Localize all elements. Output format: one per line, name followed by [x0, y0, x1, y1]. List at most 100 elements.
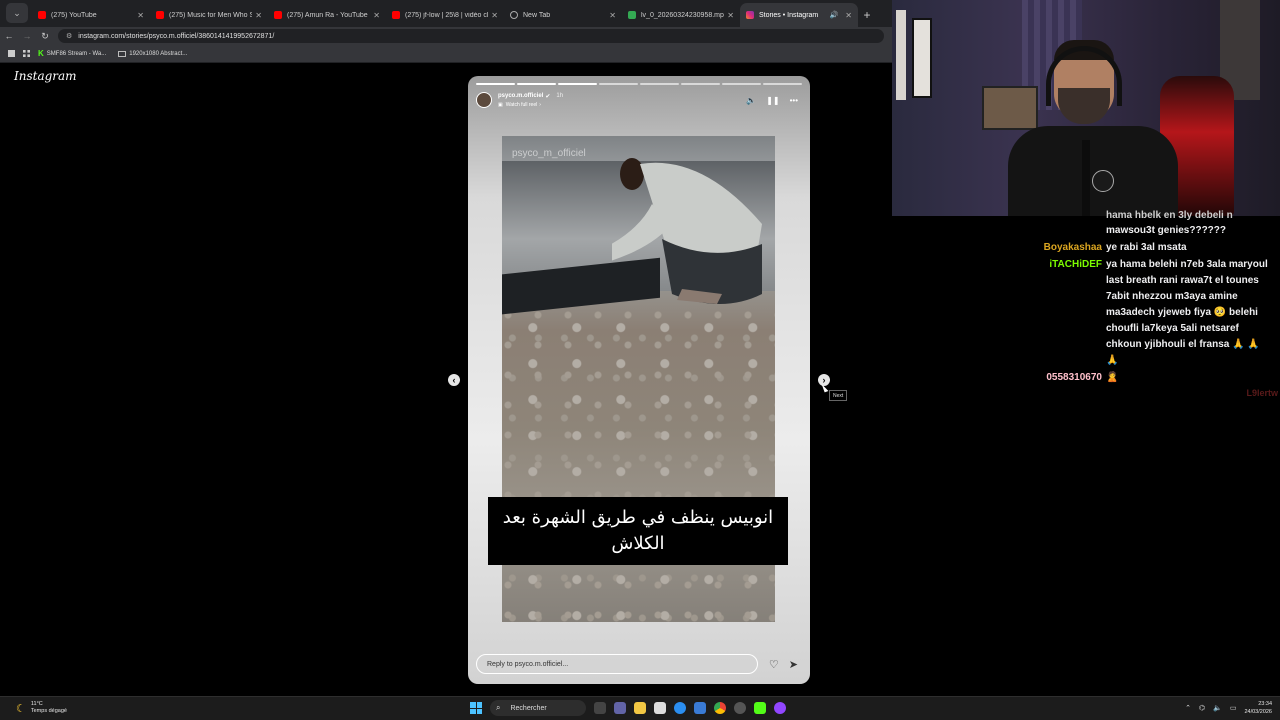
teams-icon[interactable]	[614, 702, 626, 714]
battery-icon[interactable]: ▭	[1230, 704, 1237, 712]
moon-icon: ☾	[16, 702, 26, 715]
clock-time: 23:34	[1258, 701, 1272, 707]
file-explorer-icon[interactable]	[634, 702, 646, 714]
speedometer-icon[interactable]	[734, 702, 746, 714]
previous-story-button[interactable]: ‹	[448, 374, 460, 386]
tab-label: lv_0_20260324230958.mp4 - G	[641, 11, 725, 19]
next-tooltip: Next	[829, 390, 848, 401]
network-icon[interactable]: ⌬	[1199, 704, 1205, 712]
windows-taskbar: ☾ 11°C Temps dégagé ⌕ Rechercher ⌃ ⌬ 🔈 ▭…	[0, 696, 1280, 720]
pause-icon[interactable]: ❚❚	[766, 96, 779, 105]
chat-faded-username: L9lertw	[1246, 388, 1278, 398]
tab-label: Stories • Instagram	[759, 11, 819, 19]
twitch-icon[interactable]	[774, 702, 786, 714]
forward-arrow-icon[interactable]: →	[18, 31, 36, 41]
close-icon[interactable]: ✕	[727, 11, 734, 20]
verified-badge-icon: ✔	[545, 93, 551, 100]
bookmark-label: SMF86 Stream - Wa...	[46, 50, 107, 57]
tab-youtube-4[interactable]: (275) jf-low | 25\8 | vidéo clip ✕	[386, 3, 504, 27]
search-icon: ⌕	[496, 703, 501, 712]
reel-icon: ▣	[498, 101, 503, 108]
store-icon[interactable]	[654, 702, 666, 714]
close-icon[interactable]: ✕	[609, 11, 616, 20]
instagram-icon	[746, 11, 754, 19]
youtube-icon	[38, 11, 46, 19]
shirt-logo	[1092, 170, 1114, 192]
close-icon[interactable]: ✕	[373, 11, 380, 20]
task-view-icon[interactable]	[594, 702, 606, 714]
tab-new-tab[interactable]: New Tab ✕	[504, 3, 622, 27]
address-bar-row: ← → ↻ ⚙ instagram.com/stories/psyco.m.of…	[0, 27, 892, 45]
story-header: psyco.m.officiel ✔ 1h ▣ Watch full reel …	[476, 92, 563, 108]
progress-segment	[599, 83, 638, 85]
weather-temp: 11°C	[30, 701, 43, 707]
speaker-icon[interactable]: 🔈	[1213, 704, 1222, 712]
tab-instagram-stories[interactable]: Stories • Instagram 🔊 ✕	[740, 3, 858, 27]
edge-icon[interactable]	[674, 702, 686, 714]
progress-segment	[681, 83, 720, 85]
heart-icon[interactable]: ♡	[769, 658, 779, 671]
more-options-icon[interactable]: •••	[790, 96, 798, 105]
clock[interactable]: 23:34 24/03/2026	[1244, 700, 1272, 716]
progress-segment	[558, 83, 597, 85]
grid-icon[interactable]	[23, 50, 30, 57]
tab-youtube-3[interactable]: (275) Amun Ra - YouTube ✕	[268, 3, 386, 27]
tab-drive-video[interactable]: lv_0_20260324230958.mp4 - G ✕	[622, 3, 740, 27]
volume-icon[interactable]: 🔈	[746, 96, 756, 105]
tab-youtube-1[interactable]: (275) YouTube ✕	[32, 3, 150, 27]
close-icon[interactable]: ✕	[255, 11, 262, 20]
close-icon[interactable]: ✕	[137, 11, 144, 20]
progress-segment	[722, 83, 761, 85]
kick-app-icon[interactable]	[754, 702, 766, 714]
chevron-up-icon[interactable]: ⌃	[1185, 704, 1191, 712]
story-caption: انوبيس ينظف في طريق الشهرة بعد الكلاش	[502, 507, 774, 554]
drive-icon	[628, 11, 636, 19]
tab-search-chevron-icon[interactable]: ⌄	[6, 3, 28, 23]
site-info-icon[interactable]: ⚙	[66, 32, 72, 40]
chat-username: Boyakashaa	[1043, 242, 1102, 253]
instagram-logo[interactable]: Instagram	[14, 69, 77, 83]
reply-actions: ♡ ➤	[769, 658, 798, 671]
streamer-figure	[1002, 40, 1182, 216]
wall-frame	[912, 18, 932, 98]
windows-start-icon[interactable]	[470, 702, 482, 714]
bookmark-abstract[interactable]: 1920x1080 Abstract...	[118, 50, 187, 57]
bookmark-smf86[interactable]: K SMF86 Stream - Wa...	[38, 49, 106, 58]
send-icon[interactable]: ➤	[789, 658, 798, 671]
taskbar-apps: ⌕ Rechercher	[470, 700, 786, 716]
browser-tab-bar: ⌄ (275) YouTube ✕ (275) Music for Men Wh…	[0, 0, 892, 27]
back-arrow-icon[interactable]: ←	[0, 31, 18, 41]
close-icon[interactable]: ✕	[845, 11, 852, 20]
video-watermark: psyco_m_officiel	[512, 148, 586, 159]
story-progress-bar	[476, 83, 802, 85]
apps-icon[interactable]	[8, 50, 15, 57]
youtube-icon	[392, 11, 400, 19]
avatar[interactable]	[476, 92, 492, 108]
taskbar-search[interactable]: ⌕ Rechercher	[490, 700, 586, 716]
instagram-stories-page: Instagram psyco.m.officiel ✔ 1h ▣ Watch …	[0, 63, 892, 696]
chevron-right-icon: ›	[539, 101, 541, 108]
watch-full-reel-link[interactable]: ▣ Watch full reel ›	[498, 102, 563, 108]
mail-icon[interactable]	[694, 702, 706, 714]
tab-youtube-2[interactable]: (275) Music for Men Who Stay ✕	[150, 3, 268, 27]
system-tray: ⌃ ⌬ 🔈 ▭ 23:34 24/03/2026	[1185, 700, 1272, 716]
chat-username: 0558310670	[1046, 372, 1102, 383]
chrome-icon[interactable]	[714, 702, 726, 714]
chat-text: ya hama belehi n7eb 3ala maryoul last br…	[1106, 259, 1268, 366]
reload-icon[interactable]: ↻	[36, 31, 54, 42]
kick-icon: K	[38, 49, 44, 58]
story-viewer[interactable]: psyco.m.officiel ✔ 1h ▣ Watch full reel …	[468, 76, 810, 684]
stream-chat: hama hbelk en 3ly debeli n mawsou3t geni…	[892, 210, 1280, 696]
globe-icon	[510, 11, 518, 19]
streamer-body	[1008, 126, 1178, 216]
chat-text: mawsou3t genies??????	[1106, 225, 1227, 236]
weather-widget[interactable]: ☾ 11°C Temps dégagé	[16, 701, 67, 715]
chat-text: 🙎	[1106, 372, 1119, 383]
close-icon[interactable]: ✕	[491, 11, 498, 20]
url-input[interactable]: ⚙ instagram.com/stories/psyco.m.officiel…	[58, 29, 884, 43]
story-username[interactable]: psyco.m.officiel	[498, 93, 543, 99]
reply-input[interactable]: Reply to psyco.m.officiel...	[476, 654, 758, 674]
new-tab-button[interactable]: +	[858, 5, 876, 25]
progress-segment	[763, 83, 802, 85]
speaker-icon[interactable]: 🔊	[830, 11, 839, 19]
